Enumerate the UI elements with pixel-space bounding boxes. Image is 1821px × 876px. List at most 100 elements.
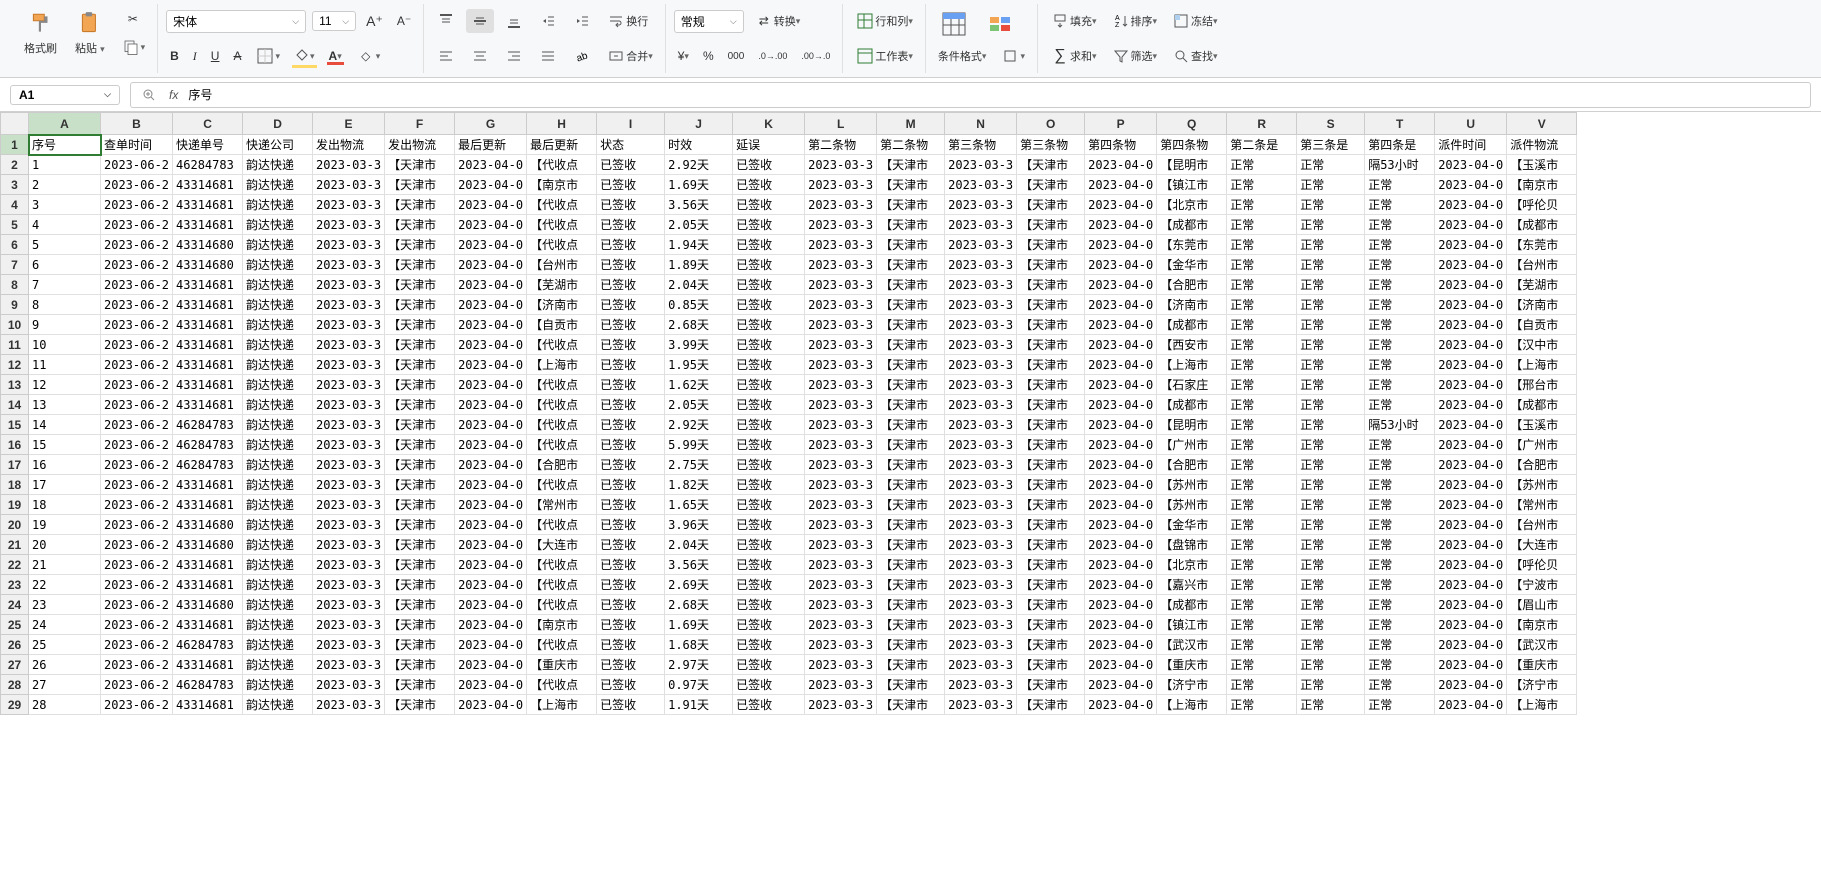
cell[interactable]: 第三条是 <box>1297 135 1365 155</box>
cell[interactable]: 2023-03-3 <box>805 675 877 695</box>
cell[interactable]: 【天津市 <box>1017 355 1085 375</box>
cell[interactable]: 【代收点 <box>527 215 597 235</box>
cell[interactable]: 已签收 <box>733 195 805 215</box>
cell[interactable]: 1.68天 <box>665 635 733 655</box>
cell[interactable]: 正常 <box>1297 295 1365 315</box>
cell[interactable]: 正常 <box>1227 215 1297 235</box>
cell[interactable]: 13 <box>29 395 101 415</box>
fx-icon[interactable]: fx <box>169 88 178 102</box>
highlight-button[interactable]: ◇▾ <box>352 44 385 68</box>
cell[interactable]: 43314681 <box>173 615 243 635</box>
cell[interactable]: 【代收点 <box>527 675 597 695</box>
cell[interactable]: 【合肥市 <box>527 455 597 475</box>
cell[interactable]: 【天津市 <box>385 215 455 235</box>
cell[interactable]: 2023-03-3 <box>313 495 385 515</box>
cell[interactable]: 正常 <box>1227 235 1297 255</box>
cell[interactable]: 2023-04-0 <box>1435 415 1507 435</box>
cell[interactable]: 43314681 <box>173 475 243 495</box>
row-header[interactable]: 10 <box>1 315 29 335</box>
cell[interactable]: 【芜湖市 <box>1507 275 1577 295</box>
cell[interactable]: 正常 <box>1297 615 1365 635</box>
cell[interactable]: 已签收 <box>733 455 805 475</box>
cell[interactable]: 【天津市 <box>877 575 945 595</box>
cell[interactable]: 【广州市 <box>1157 435 1227 455</box>
cell[interactable]: 【天津市 <box>1017 675 1085 695</box>
decrease-indent-button[interactable] <box>534 9 562 33</box>
cell[interactable]: 2023-03-3 <box>313 615 385 635</box>
cell[interactable]: 2023-03-3 <box>945 375 1017 395</box>
cell[interactable]: 2023-04-0 <box>1435 475 1507 495</box>
table-style-button[interactable] <box>934 6 974 42</box>
cell[interactable]: 1.62天 <box>665 375 733 395</box>
cell[interactable]: 2023-03-3 <box>945 355 1017 375</box>
cell[interactable]: 已签收 <box>597 695 665 715</box>
cell[interactable]: 2.92天 <box>665 155 733 175</box>
cell[interactable]: 2023-03-3 <box>313 655 385 675</box>
cell[interactable]: 【镇江市 <box>1157 615 1227 635</box>
cell[interactable]: 正常 <box>1365 235 1435 255</box>
cell[interactable]: 2023-04-0 <box>455 475 527 495</box>
cell[interactable]: 2023-03-3 <box>945 535 1017 555</box>
rows-cols-button[interactable]: 行和列▾ <box>851 9 917 33</box>
cell[interactable]: 已签收 <box>733 655 805 675</box>
underline-button[interactable]: U <box>207 47 224 65</box>
cell[interactable]: 【东莞市 <box>1157 235 1227 255</box>
cell[interactable]: 已签收 <box>597 335 665 355</box>
cell[interactable]: 【代收点 <box>527 415 597 435</box>
cell[interactable]: 正常 <box>1227 555 1297 575</box>
cell[interactable]: 第四条是 <box>1365 135 1435 155</box>
cell[interactable]: 2023-03-3 <box>805 695 877 715</box>
cell[interactable]: 【重庆市 <box>527 655 597 675</box>
row-header[interactable]: 22 <box>1 555 29 575</box>
cell[interactable]: 【南京市 <box>527 175 597 195</box>
cell[interactable]: 【天津市 <box>1017 415 1085 435</box>
cell[interactable]: 韵达快递 <box>243 335 313 355</box>
cell[interactable]: 2023-03-3 <box>805 475 877 495</box>
row-header[interactable]: 24 <box>1 595 29 615</box>
cell[interactable]: 已签收 <box>733 635 805 655</box>
cell[interactable]: 2023-04-0 <box>1085 495 1157 515</box>
cell[interactable]: 46284783 <box>173 635 243 655</box>
cell[interactable]: 2023-06-2 <box>101 355 173 375</box>
cell[interactable]: 2.04天 <box>665 535 733 555</box>
cell[interactable]: 【天津市 <box>385 335 455 355</box>
cell[interactable]: 43314681 <box>173 295 243 315</box>
cell[interactable]: 2023-04-0 <box>455 355 527 375</box>
cell[interactable]: 【自贡市 <box>527 315 597 335</box>
cell[interactable]: 【天津市 <box>877 215 945 235</box>
cell[interactable]: 2023-03-3 <box>805 435 877 455</box>
cell[interactable]: 已签收 <box>733 615 805 635</box>
cell[interactable]: 【天津市 <box>877 395 945 415</box>
cell[interactable]: 【天津市 <box>1017 575 1085 595</box>
cell[interactable]: 【天津市 <box>1017 375 1085 395</box>
cell[interactable]: 2023-03-3 <box>945 215 1017 235</box>
cell[interactable]: 16 <box>29 455 101 475</box>
cell[interactable]: 韵达快递 <box>243 395 313 415</box>
cell[interactable]: 【天津市 <box>1017 255 1085 275</box>
cell[interactable]: 【天津市 <box>1017 615 1085 635</box>
row-header[interactable]: 11 <box>1 335 29 355</box>
cell[interactable]: 【天津市 <box>385 155 455 175</box>
cell[interactable]: 【嘉兴市 <box>1157 575 1227 595</box>
cell[interactable]: 2023-03-3 <box>945 575 1017 595</box>
merge-button[interactable]: 合并▾ <box>602 44 657 68</box>
cell[interactable]: 【天津市 <box>877 595 945 615</box>
cell[interactable]: 第二条是 <box>1227 135 1297 155</box>
cell[interactable]: 【北京市 <box>1157 555 1227 575</box>
cell[interactable]: 46284783 <box>173 675 243 695</box>
cell[interactable]: 【天津市 <box>1017 315 1085 335</box>
cell[interactable]: 2023-03-3 <box>313 295 385 315</box>
row-header[interactable]: 6 <box>1 235 29 255</box>
cell[interactable]: 0.85天 <box>665 295 733 315</box>
cell[interactable]: 已签收 <box>733 315 805 335</box>
cell[interactable]: 2023-04-0 <box>1085 295 1157 315</box>
cell[interactable]: 【南京市 <box>1507 615 1577 635</box>
cell[interactable]: 【济南市 <box>1157 295 1227 315</box>
cell[interactable]: 2023-03-3 <box>313 175 385 195</box>
cell[interactable]: 2023-03-3 <box>313 215 385 235</box>
cell[interactable]: 【重庆市 <box>1507 655 1577 675</box>
cell[interactable]: 正常 <box>1297 435 1365 455</box>
cell[interactable]: 已签收 <box>733 155 805 175</box>
cell[interactable]: 正常 <box>1365 535 1435 555</box>
increase-font-button[interactable]: A⁺ <box>362 11 387 32</box>
